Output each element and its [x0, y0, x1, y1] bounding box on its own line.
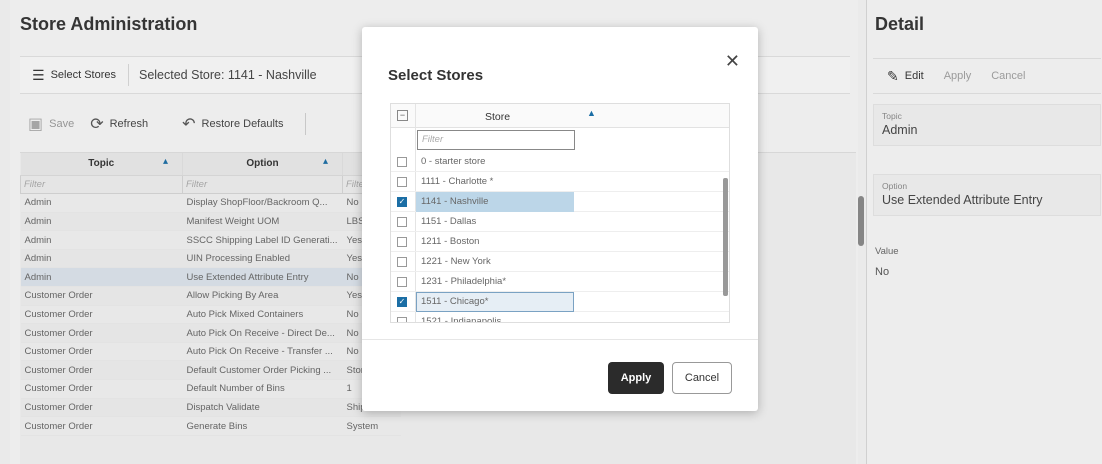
store-checkbox[interactable] [397, 177, 407, 187]
close-icon[interactable]: ✕ [725, 51, 740, 72]
dialog-footer: Apply Cancel [362, 339, 758, 411]
store-checkbox[interactable] [397, 157, 407, 167]
dialog-title: Select Stores [388, 67, 484, 84]
store-checkbox[interactable]: ✓ [397, 297, 407, 307]
apply-button[interactable]: Apply [608, 362, 664, 394]
store-list-header: − Store ▲ [391, 104, 729, 128]
store-row[interactable]: 1221 - New York [391, 252, 729, 272]
store-label: 1511 - Chicago* [421, 296, 489, 307]
store-row[interactable]: ✓ 1511 - Chicago* [391, 292, 729, 312]
store-row[interactable]: 1521 - Indianapolis [391, 312, 729, 323]
store-checkbox[interactable] [397, 237, 407, 247]
store-checkbox[interactable] [397, 257, 407, 267]
store-list-scrollbar[interactable] [723, 178, 728, 296]
app: Store Administration ☰ Select Stores Sel… [0, 0, 1102, 464]
store-rows: 0 - starter store 1111 - Charlotte * ✓ 1141… [391, 152, 729, 323]
store-row[interactable]: 1211 - Boston [391, 232, 729, 252]
cancel-button[interactable]: Cancel [672, 362, 732, 394]
store-checkbox[interactable]: ✓ [397, 197, 407, 207]
sort-asc-icon: ▲ [587, 108, 596, 118]
store-checkbox[interactable] [397, 277, 407, 287]
store-label: 0 - starter store [421, 156, 486, 167]
select-all-checkbox[interactable]: − [397, 110, 408, 121]
store-filter-input[interactable]: Filter [417, 130, 575, 150]
column-header-store[interactable]: Store [485, 111, 510, 123]
store-row[interactable]: 1111 - Charlotte * [391, 172, 729, 192]
store-checkbox[interactable] [397, 317, 407, 322]
store-label: 1211 - Boston [421, 236, 480, 247]
store-label: 1151 - Dallas [421, 216, 477, 227]
store-label: 1521 - Indianapolis [421, 316, 502, 323]
store-label: 1221 - New York [421, 256, 491, 267]
store-row[interactable]: 1231 - Philadelphia* [391, 272, 729, 292]
store-row[interactable]: ✓ 1141 - Nashville [391, 192, 729, 212]
store-row[interactable]: 1151 - Dallas [391, 212, 729, 232]
store-label: 1111 - Charlotte * [421, 176, 494, 187]
store-checkbox[interactable] [397, 217, 407, 227]
select-stores-dialog: Select Stores ✕ − Store ▲ Filter 0 - sta… [362, 27, 758, 411]
store-label: 1231 - Philadelphia* [421, 276, 507, 287]
store-row[interactable]: 0 - starter store [391, 152, 729, 172]
store-list: − Store ▲ Filter 0 - starter store 1111 -… [390, 103, 730, 323]
store-label: 1141 - Nashville [421, 196, 489, 207]
